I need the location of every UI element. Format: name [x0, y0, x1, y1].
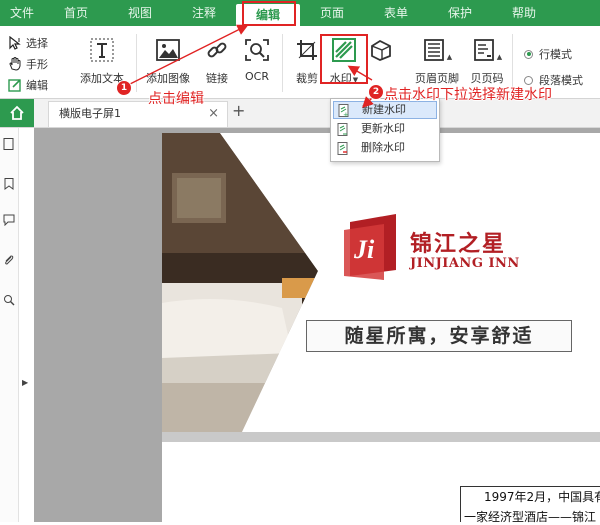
brand-name-en: JINJIANG INN [410, 256, 520, 271]
cursor-icon [9, 35, 21, 50]
update-watermark-label: 更新水印 [361, 122, 405, 135]
menu-file[interactable]: 文件 [0, 0, 44, 26]
update-watermark-icon [337, 122, 348, 136]
edit-menu-highlight-box [242, 1, 296, 26]
document-tab-title: 横版电子屏1 [59, 107, 121, 120]
hand-mode-label: 手形 [26, 57, 48, 71]
add-text-button[interactable]: 添加文本 [76, 34, 128, 86]
attachment-icon[interactable] [3, 254, 15, 266]
step-2-annotation: 点击水印下拉选择新建水印 [384, 87, 552, 103]
mode-group: 选择 手形 编辑 [8, 32, 58, 95]
add-image-button[interactable]: 添加图像 [144, 34, 192, 86]
page-thumbnail-icon[interactable] [3, 138, 15, 150]
edit-mode[interactable]: 编辑 [8, 74, 58, 95]
edit-mode-label: 编辑 [26, 78, 48, 92]
delete-watermark-icon [337, 141, 348, 155]
crop-icon [297, 40, 317, 60]
hand-icon [9, 56, 21, 71]
search-icon[interactable] [3, 294, 15, 306]
background-icon [371, 39, 391, 61]
hotel-room-photo [162, 133, 600, 432]
header-footer-icon [423, 39, 444, 61]
jinjiang-logo-icon: Ji [344, 214, 396, 280]
svg-text:+: + [343, 111, 349, 117]
menu-form[interactable]: 表单 [364, 0, 428, 26]
slogan-text: 随星所寓，安享舒适 [306, 320, 572, 352]
menu-page[interactable]: 页面 [300, 0, 364, 26]
ocr-icon [245, 39, 269, 61]
menu-view[interactable]: 视图 [108, 0, 172, 26]
delete-watermark-item[interactable]: 删除水印 [333, 139, 437, 157]
background-button[interactable]: 背景 [366, 34, 396, 86]
page-number-button[interactable]: ▲ 贝页码 [466, 34, 508, 86]
image-icon [156, 39, 180, 61]
add-tab-button[interactable]: + [232, 101, 245, 120]
link-button[interactable]: 链接 [200, 34, 234, 86]
line-mode-label: 行模式 [539, 48, 572, 61]
home-icon [10, 105, 24, 120]
divider [136, 34, 137, 92]
hand-mode[interactable]: 手形 [8, 53, 58, 74]
watermark-dropdown-menu: + 新建水印 更新水印 删除水印 [330, 98, 440, 162]
menu-bar: 文件 首页 视图 注释 编辑 页面 表单 保护 帮助 [0, 0, 600, 26]
text-box-icon [90, 38, 114, 62]
radio-selected-icon [524, 49, 533, 59]
chevron-down-icon[interactable]: ▲ [497, 53, 502, 61]
collapse-arrow-icon[interactable]: ▶ [22, 378, 28, 387]
chevron-down-icon[interactable]: ▲ [447, 53, 452, 61]
edit-box-icon [8, 78, 21, 92]
update-watermark-item[interactable]: 更新水印 [333, 120, 437, 138]
ocr-button[interactable]: OCR [242, 34, 272, 83]
crop-button[interactable]: 裁剪 [292, 34, 322, 86]
menu-help[interactable]: 帮助 [492, 0, 556, 26]
delete-watermark-label: 删除水印 [361, 141, 405, 154]
logo-letters: Ji [353, 235, 375, 264]
page-gap [162, 432, 600, 442]
menu-home[interactable]: 首页 [44, 0, 108, 26]
step-1-badge: 1 [116, 80, 132, 96]
close-icon[interactable]: × [208, 102, 219, 126]
select-mode-label: 选择 [26, 36, 48, 50]
link-icon [207, 42, 227, 58]
ocr-label: OCR [245, 70, 269, 83]
menu-comment[interactable]: 注释 [172, 0, 236, 26]
left-sidebar [0, 128, 19, 522]
brand-name-cn: 锦江之星 [410, 232, 507, 257]
bookmark-icon[interactable] [3, 178, 15, 190]
header-footer-button[interactable]: ▲ 页眉页脚 [412, 34, 462, 86]
add-image-label: 添加图像 [146, 72, 190, 85]
page-number-icon [473, 39, 494, 61]
menu-protect[interactable]: 保护 [428, 0, 492, 26]
step-2-badge: 2 [368, 84, 384, 100]
watermark-highlight-box [320, 34, 368, 84]
comment-icon[interactable] [3, 214, 15, 226]
divider [282, 34, 283, 92]
crop-label: 裁剪 [296, 72, 318, 85]
link-label: 链接 [206, 72, 228, 85]
step-1-annotation: 点击编辑 [148, 91, 204, 107]
line-mode-radio[interactable]: 行模式 [524, 46, 572, 62]
home-button[interactable] [0, 99, 34, 127]
text-box-border [460, 486, 600, 522]
select-mode[interactable]: 选择 [8, 32, 58, 53]
new-watermark-icon: + [338, 103, 349, 117]
